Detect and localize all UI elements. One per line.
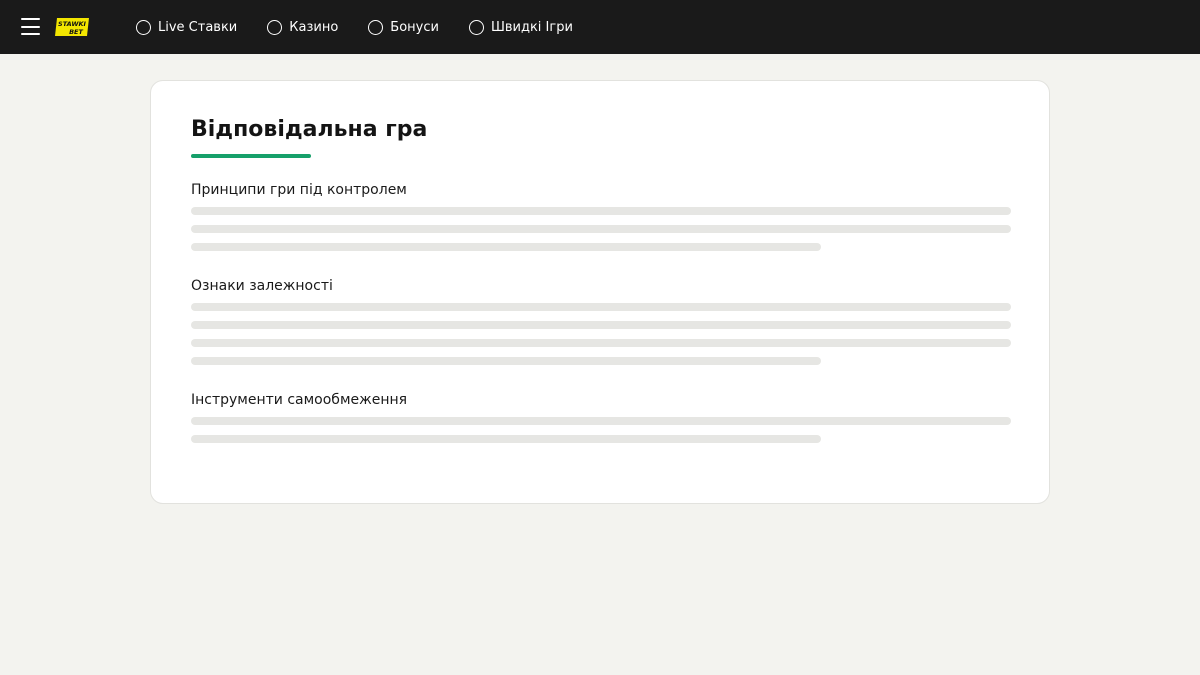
placeholder-text-line bbox=[191, 303, 1011, 311]
section-heading: Принципи гри під контролем bbox=[191, 182, 407, 198]
page-title: Відповідальна гра bbox=[191, 117, 428, 142]
placeholder-text-line bbox=[191, 417, 1011, 425]
placeholder-text-line bbox=[191, 435, 821, 443]
svg-text:BET: BET bbox=[69, 28, 83, 36]
svg-text:STAWKI: STAWKI bbox=[58, 20, 86, 28]
main-nav: Live Ставки Казино Бонуси Швидкі Ігри bbox=[136, 0, 603, 54]
section-heading: Інструменти самообмеження bbox=[191, 392, 408, 408]
nav-item-label: Live Ставки bbox=[158, 19, 238, 35]
nav-item-live-bets[interactable]: Live Ставки bbox=[136, 19, 238, 35]
circle-icon bbox=[468, 19, 484, 35]
circle-icon bbox=[368, 19, 384, 35]
nav-item-label: Бонуси bbox=[390, 19, 439, 35]
placeholder-text-line bbox=[191, 225, 1011, 233]
placeholder-text-line bbox=[191, 357, 821, 365]
logo[interactable]: STAWKI BET bbox=[54, 17, 90, 37]
content-card: Відповідальна гра Принципи гри під контр… bbox=[150, 80, 1050, 504]
title-underline bbox=[191, 154, 311, 158]
top-navigation-bar: STAWKI BET Live Ставки Казино Бонуси Шви… bbox=[0, 0, 1200, 54]
nav-item-fast-games[interactable]: Швидкі Ігри bbox=[468, 19, 573, 35]
placeholder-text-line bbox=[191, 339, 1011, 347]
nav-item-bonuses[interactable]: Бонуси bbox=[368, 19, 439, 35]
nav-item-label: Казино bbox=[289, 19, 339, 35]
placeholder-text-line bbox=[191, 207, 1011, 215]
hamburger-menu-icon[interactable] bbox=[21, 17, 40, 36]
circle-icon bbox=[136, 19, 151, 35]
circle-icon bbox=[267, 19, 283, 35]
placeholder-text-line bbox=[191, 243, 821, 251]
placeholder-text-line bbox=[191, 321, 1011, 329]
nav-item-label: Швидкі Ігри bbox=[490, 19, 573, 35]
nav-item-casino[interactable]: Казино bbox=[267, 19, 339, 35]
section-heading: Ознаки залежності bbox=[191, 278, 333, 294]
